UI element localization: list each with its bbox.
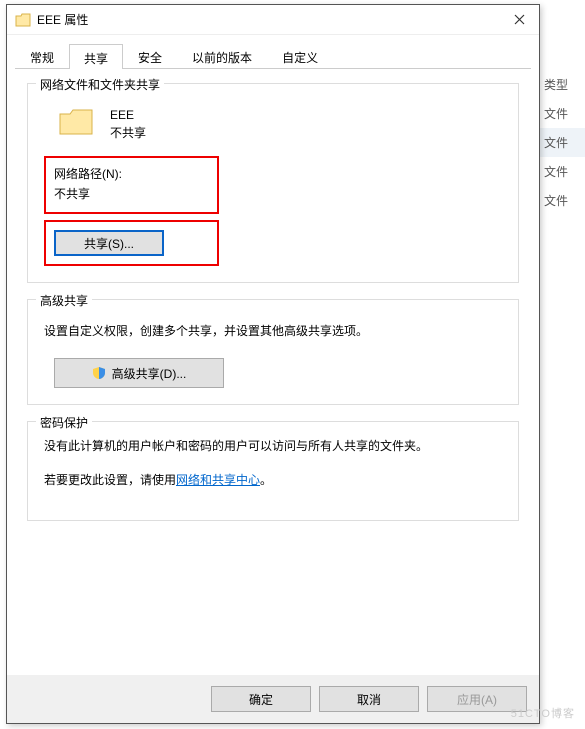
network-sharing-center-link[interactable]: 网络和共享中心 — [176, 473, 260, 487]
bg-row: 文件 — [540, 157, 585, 186]
bg-row: 文件 — [540, 186, 585, 215]
share-status: 不共享 — [110, 124, 146, 142]
cancel-button-label: 取消 — [357, 691, 381, 708]
shield-icon — [92, 366, 106, 380]
folder-name: EEE — [110, 106, 146, 124]
bg-row: 文件 — [540, 99, 585, 128]
network-path-block: 网络路径(N): 不共享 — [54, 164, 209, 204]
group-advanced-sharing: 高级共享 设置自定义权限，创建多个共享，并设置其他高级共享选项。 高级共享(D)… — [27, 299, 519, 405]
password-line2-prefix: 若要更改此设置，请使用 — [44, 473, 176, 487]
close-icon — [514, 14, 525, 25]
group-network-sharing: 网络文件和文件夹共享 EEE 不共享 网络路径(N): 不共享 共享(S)... — [27, 83, 519, 283]
advanced-share-button[interactable]: 高级共享(D)... — [54, 358, 224, 388]
group-label: 高级共享 — [36, 292, 92, 309]
folder-info-row: EEE 不共享 — [58, 106, 502, 142]
share-button[interactable]: 共享(S)... — [54, 230, 164, 256]
group-label: 密码保护 — [36, 414, 92, 431]
advanced-description: 设置自定义权限，创建多个共享，并设置其他高级共享选项。 — [44, 322, 502, 340]
tab-previous-versions[interactable]: 以前的版本 — [177, 43, 267, 68]
network-path-value: 不共享 — [54, 184, 209, 204]
cancel-button[interactable]: 取消 — [319, 686, 419, 712]
group-password-protection: 密码保护 没有此计算机的用户帐户和密码的用户可以访问与所有人共享的文件夹。 若要… — [27, 421, 519, 521]
tab-sharing[interactable]: 共享 — [69, 44, 123, 69]
password-line2: 若要更改此设置，请使用网络和共享中心。 — [44, 470, 502, 490]
share-button-label: 共享(S)... — [84, 235, 134, 252]
properties-dialog: EEE 属性 常规 共享 安全 以前的版本 自定义 网络文件和文件夹共享 EEE… — [6, 4, 540, 724]
tab-content-sharing: 网络文件和文件夹共享 EEE 不共享 网络路径(N): 不共享 共享(S)... — [7, 69, 539, 547]
dialog-title: EEE 属性 — [37, 11, 499, 28]
advanced-share-button-label: 高级共享(D)... — [112, 365, 187, 382]
column-header-type: 类型 — [540, 70, 585, 99]
password-line2-suffix: 。 — [260, 473, 272, 487]
dialog-button-bar: 确定 取消 应用(A) — [7, 675, 539, 723]
close-button[interactable] — [499, 5, 539, 35]
tab-general[interactable]: 常规 — [15, 43, 69, 68]
network-path-label: 网络路径(N): — [54, 164, 209, 184]
group-label: 网络文件和文件夹共享 — [36, 76, 164, 93]
password-line1: 没有此计算机的用户帐户和密码的用户可以访问与所有人共享的文件夹。 — [44, 436, 502, 456]
background-explorer: 类型 文件 文件 文件 文件 — [540, 70, 585, 270]
bg-row: 文件 — [540, 128, 585, 157]
apply-button-label: 应用(A) — [457, 691, 497, 708]
folder-icon — [15, 13, 31, 27]
tab-security[interactable]: 安全 — [123, 43, 177, 68]
folder-icon — [58, 106, 94, 136]
folder-text: EEE 不共享 — [110, 106, 146, 142]
tab-custom[interactable]: 自定义 — [267, 43, 333, 68]
highlight-network-path: 网络路径(N): 不共享 — [44, 156, 219, 214]
highlight-share-button: 共享(S)... — [44, 220, 219, 266]
ok-button-label: 确定 — [249, 691, 273, 708]
tab-row: 常规 共享 安全 以前的版本 自定义 — [15, 43, 531, 69]
ok-button[interactable]: 确定 — [211, 686, 311, 712]
watermark: 51CTO博客 — [511, 705, 575, 721]
titlebar: EEE 属性 — [7, 5, 539, 35]
